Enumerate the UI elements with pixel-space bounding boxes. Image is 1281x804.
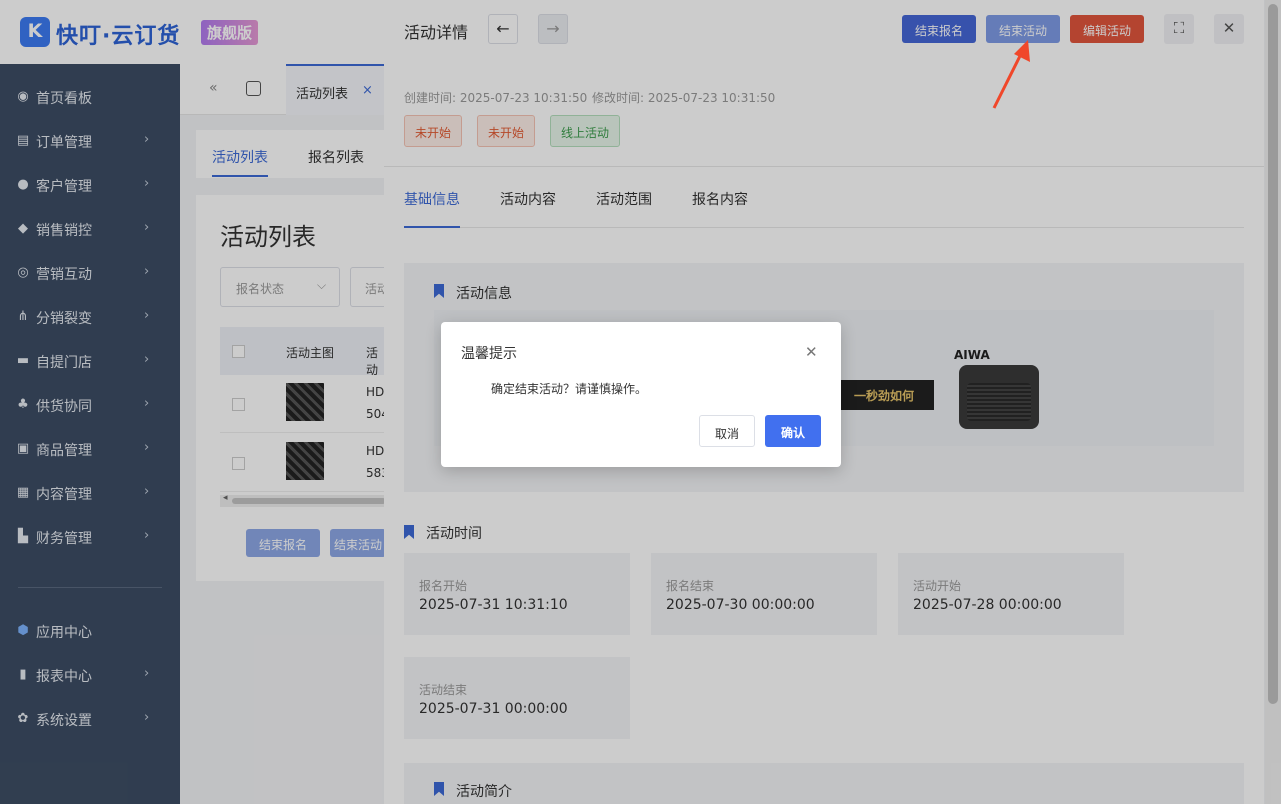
annotation-arrow-icon [992,40,1030,109]
confirm-dialog: 温馨提示 ✕ 确定结束活动？请谨慎操作。 取消 确认 [441,322,841,467]
confirm-button[interactable]: 确认 [765,415,821,447]
dialog-title: 温馨提示 [461,346,517,362]
dialog-message: 确定结束活动？请谨慎操作。 [491,382,648,396]
cancel-button[interactable]: 取消 [699,415,755,447]
close-icon[interactable]: ✕ [805,343,818,361]
overlay-mask[interactable] [0,0,384,804]
